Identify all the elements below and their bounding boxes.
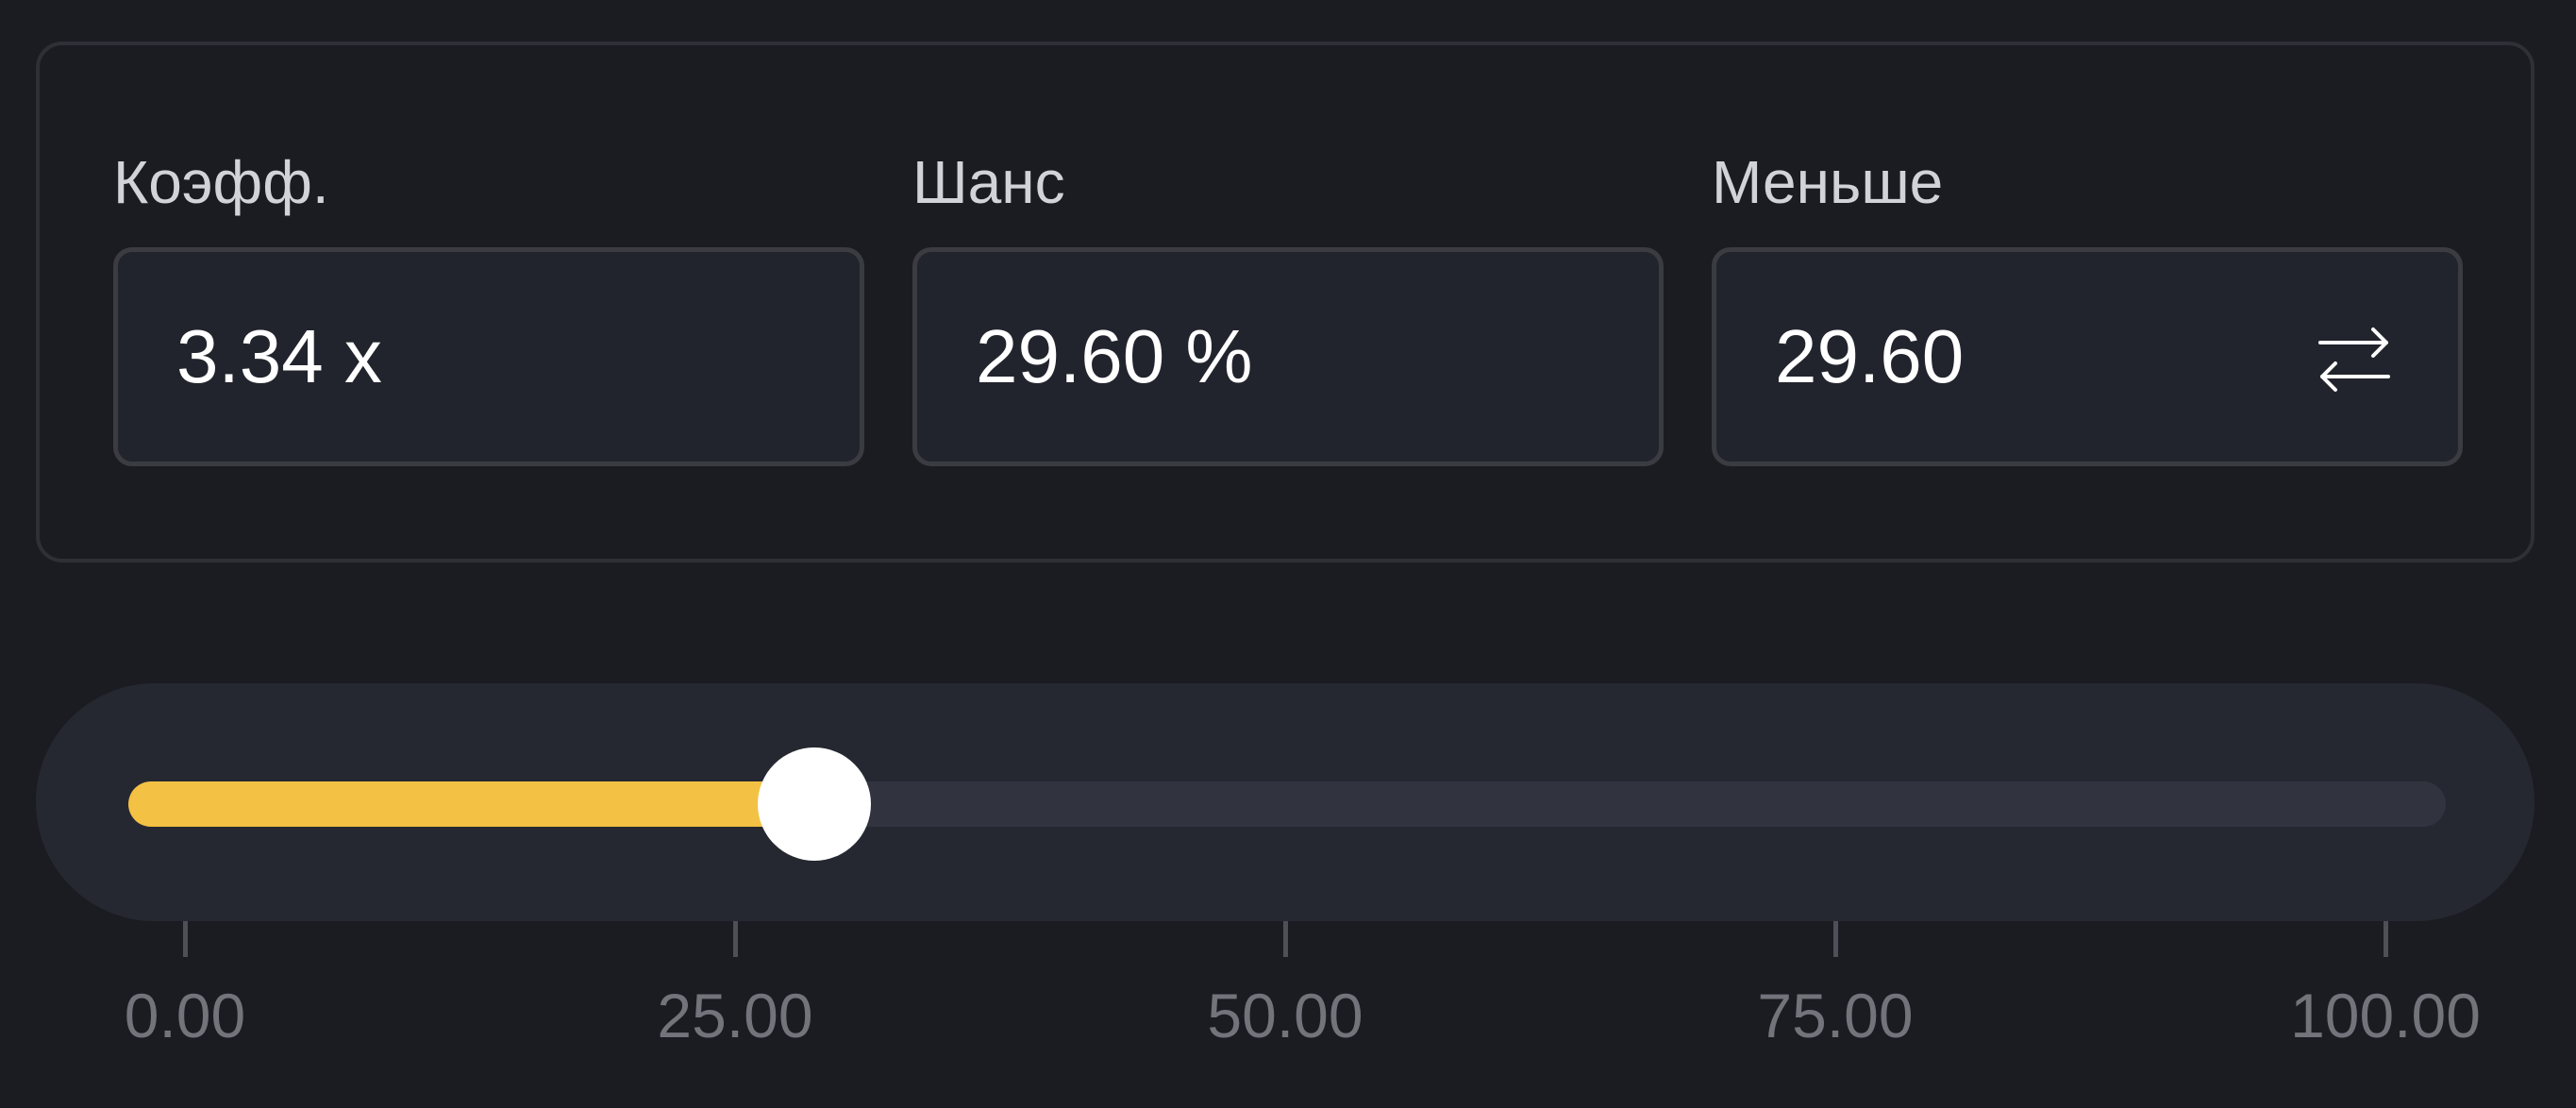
target-input[interactable]: 29.60 [1712, 247, 2463, 466]
swap-arrows-icon[interactable] [2317, 324, 2392, 394]
slider-track[interactable] [128, 747, 2446, 861]
multiplier-input[interactable]: 3.34 x [113, 247, 864, 466]
multiplier-label: Коэфф. [113, 148, 329, 216]
slider-thumb[interactable] [758, 747, 871, 861]
scale-tick [1833, 921, 1838, 957]
scale-tick-label: 100.00 [2290, 981, 2481, 1050]
multiplier-value: 3.34 x [176, 314, 382, 398]
chance-input[interactable]: 29.60 % [912, 247, 1664, 466]
scale-tick [1283, 921, 1288, 957]
target-label: Меньше [1712, 148, 1944, 216]
chance-value: 29.60 % [976, 314, 1253, 398]
scale-tick [2384, 921, 2388, 957]
scale-tick-label: 25.00 [657, 981, 813, 1050]
scale-tick-label: 75.00 [1757, 981, 1914, 1050]
target-value: 29.60 [1775, 314, 1965, 398]
bet-parameters-panel: Коэфф. 3.34 x Шанс 29.60 % Меньше 29.60 [36, 42, 2534, 562]
scale-tick-label: 0.00 [124, 981, 246, 1050]
chance-label: Шанс [912, 148, 1065, 216]
scale-tick [183, 921, 188, 957]
range-slider [36, 683, 2534, 921]
slider-fill [128, 781, 814, 827]
scale-tick [733, 921, 738, 957]
scale-tick-label: 50.00 [1207, 981, 1363, 1050]
